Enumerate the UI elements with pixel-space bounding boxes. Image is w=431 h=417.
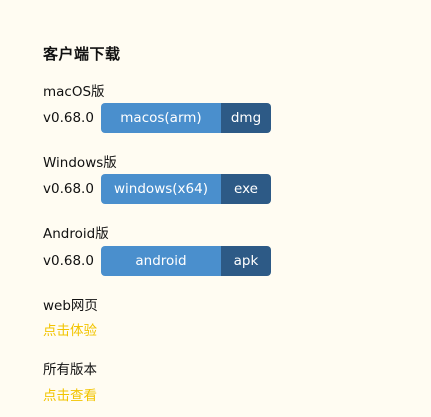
- android-version: v0.68.0: [43, 253, 94, 269]
- windows-download-group: windows(x64) exe: [101, 174, 271, 204]
- macos-dmg-button[interactable]: dmg: [221, 103, 271, 133]
- web-try-link[interactable]: 点击体验: [43, 319, 97, 339]
- web-label: web网页: [43, 298, 98, 314]
- windows-download-button[interactable]: windows(x64): [101, 174, 221, 204]
- macos-download-group: macos(arm) dmg: [101, 103, 271, 133]
- page-title: 客户端下载: [43, 45, 121, 63]
- android-label: Android版: [43, 226, 109, 242]
- macos-download-button[interactable]: macos(arm): [101, 103, 221, 133]
- windows-label: Windows版: [43, 155, 117, 171]
- android-download-group: android apk: [101, 246, 271, 276]
- all-versions-link[interactable]: 点击查看: [43, 384, 97, 404]
- android-apk-button[interactable]: apk: [221, 246, 271, 276]
- macos-version: v0.68.0: [43, 110, 94, 126]
- macos-label: macOS版: [43, 84, 105, 100]
- windows-exe-button[interactable]: exe: [221, 174, 271, 204]
- windows-version: v0.68.0: [43, 181, 94, 197]
- all-versions-label: 所有版本: [43, 362, 97, 378]
- android-download-button[interactable]: android: [101, 246, 221, 276]
